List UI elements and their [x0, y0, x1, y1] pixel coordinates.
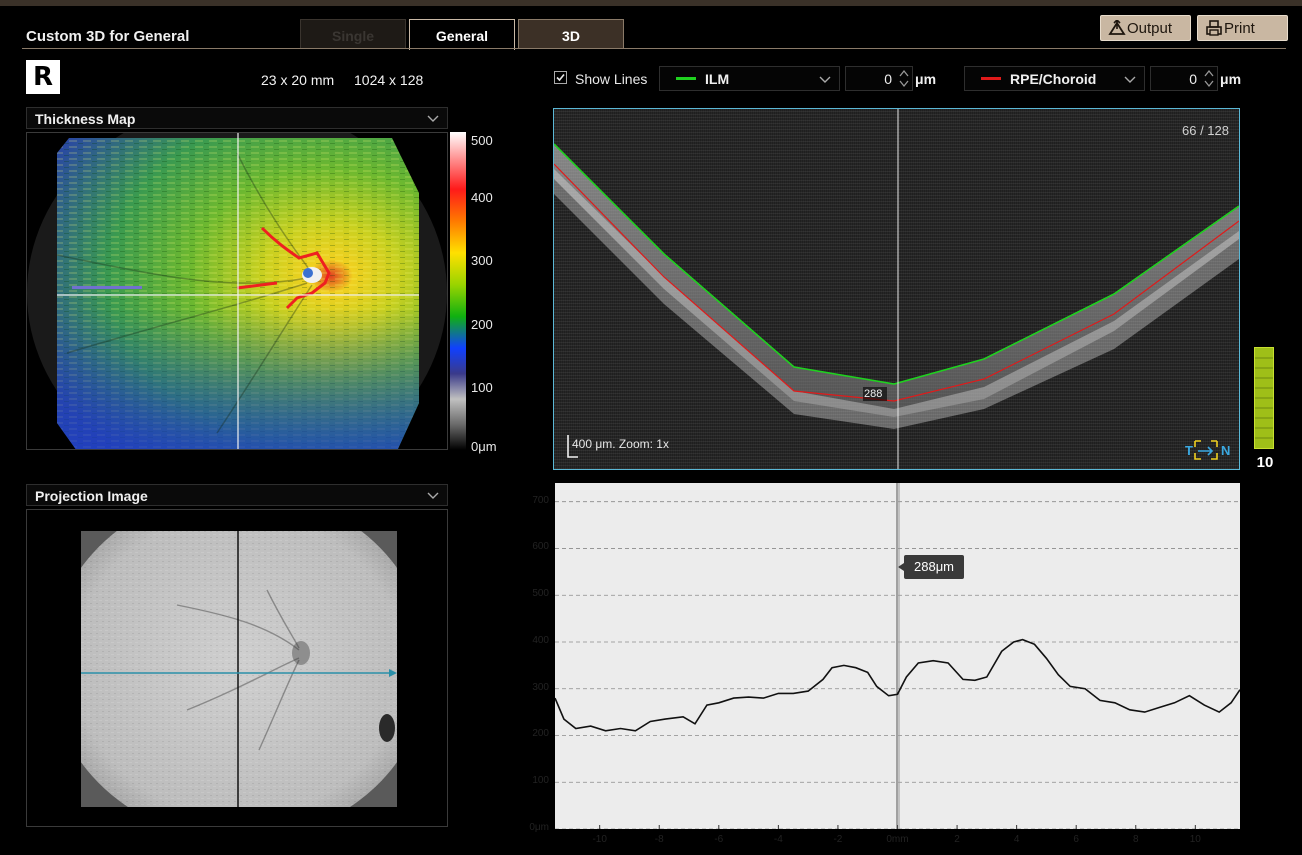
- x-tick-label: 0mm: [886, 834, 909, 845]
- lower-line-select[interactable]: RPE/Choroid: [964, 66, 1145, 91]
- profile-plot: [555, 483, 1240, 829]
- y-tick-label: 500: [532, 588, 549, 600]
- x-tick-label: -4: [773, 834, 783, 845]
- chevron-down-icon: [819, 76, 831, 83]
- y-tick-label: 600: [532, 541, 549, 553]
- y-tick-label: 0μm: [529, 822, 549, 833]
- output-label: Output: [1127, 20, 1173, 37]
- thickness-marker-value: 288: [864, 388, 883, 400]
- ilm-line-swatch: [676, 77, 696, 80]
- thickness-profile-chart[interactable]: [555, 483, 1240, 829]
- rpe-line-swatch: [981, 77, 1001, 80]
- header-divider: [22, 48, 1286, 49]
- x-tick-label: 6: [1073, 834, 1079, 845]
- thickness-colorbar: [450, 132, 466, 450]
- upper-offset-unit: μm: [915, 71, 937, 87]
- upper-offset-value: 0: [884, 71, 892, 87]
- scale-zoom-label: 400 μm. Zoom: 1x: [572, 437, 669, 451]
- projection-image-header[interactable]: Projection Image: [26, 484, 448, 506]
- tab-3d[interactable]: 3D: [518, 19, 624, 49]
- eye-indicator: R: [26, 60, 60, 94]
- quality-value: 10: [1256, 454, 1274, 471]
- checkmark-icon: [556, 73, 565, 82]
- thickness-map-title: Thickness Map: [35, 111, 136, 127]
- show-lines-label[interactable]: Show Lines: [575, 71, 647, 87]
- x-tick-label: -8: [654, 834, 664, 845]
- output-button[interactable]: Output: [1100, 15, 1191, 41]
- app-title: Custom 3D for General: [26, 28, 190, 45]
- y-tick-label: 100: [532, 775, 549, 787]
- thickness-map-view[interactable]: [26, 132, 448, 450]
- thickness-map-header[interactable]: Thickness Map: [26, 107, 448, 129]
- output-icon: [1108, 20, 1126, 35]
- x-tick-label: -10: [592, 834, 607, 845]
- show-lines-checkbox[interactable]: [554, 71, 567, 84]
- projection-image: [27, 510, 447, 826]
- x-tick-label: 8: [1132, 834, 1139, 845]
- print-label: Print: [1224, 20, 1255, 37]
- upper-line-select[interactable]: ILM: [659, 66, 840, 91]
- projection-image-view[interactable]: [26, 509, 448, 827]
- upper-line-name: ILM: [705, 71, 730, 87]
- thickness-map-image: [27, 133, 447, 449]
- y-tick-label: 200: [532, 728, 549, 740]
- tab-single[interactable]: Single: [300, 19, 406, 49]
- lower-offset-unit: μm: [1220, 71, 1242, 87]
- x-tick-label: 2: [954, 834, 960, 845]
- nasal-label: N: [1221, 443, 1231, 458]
- printer-icon: [1206, 20, 1222, 36]
- colorbar-label: 100: [471, 380, 493, 395]
- y-tick-label: 300: [532, 681, 549, 693]
- colorbar-label: 200: [471, 317, 493, 332]
- scan-dimensions: 23 x 20 mm: [261, 72, 335, 88]
- bscan-overlay: [554, 109, 1239, 469]
- print-button[interactable]: Print: [1197, 15, 1288, 41]
- upper-line-offset-input[interactable]: 0: [845, 66, 913, 91]
- chevron-down-icon: [427, 492, 439, 499]
- x-tick-label: 4: [1013, 834, 1020, 845]
- x-tick-label: 10: [1189, 834, 1201, 845]
- quality-segments: [1255, 357, 1273, 439]
- lower-line-name: RPE/Choroid: [1010, 71, 1097, 87]
- lower-offset-value: 0: [1189, 71, 1197, 87]
- projection-image-title: Projection Image: [35, 488, 148, 504]
- colorbar-label: 500: [471, 133, 493, 148]
- chevron-down-icon: [1124, 76, 1136, 83]
- temporal-label: T: [1185, 443, 1193, 458]
- profile-tooltip: 288μm: [897, 555, 965, 579]
- tab-general[interactable]: General: [409, 19, 515, 50]
- quality-bar: [1254, 347, 1274, 449]
- scan-resolution: 1024 x 128: [354, 72, 424, 88]
- x-tick-label: -2: [833, 834, 843, 845]
- bscan-view[interactable]: 66 / 128 400 μm. Zoom: 1x 288 T N: [553, 108, 1240, 470]
- window-top-edge: [0, 0, 1302, 6]
- x-tick-label: -6: [714, 834, 724, 845]
- lower-line-offset-input[interactable]: 0: [1150, 66, 1218, 91]
- offset-spinner-icon[interactable]: [898, 68, 910, 89]
- colorbar-label: 0μm: [471, 439, 497, 454]
- colorbar-label: 400: [471, 190, 493, 205]
- colorbar-label: 300: [471, 253, 493, 268]
- chevron-down-icon: [427, 115, 439, 122]
- offset-spinner-icon[interactable]: [1203, 68, 1215, 89]
- y-tick-label: 700: [532, 494, 549, 506]
- slice-indicator: 66 / 128: [1182, 123, 1229, 138]
- y-tick-label: 400: [532, 634, 549, 646]
